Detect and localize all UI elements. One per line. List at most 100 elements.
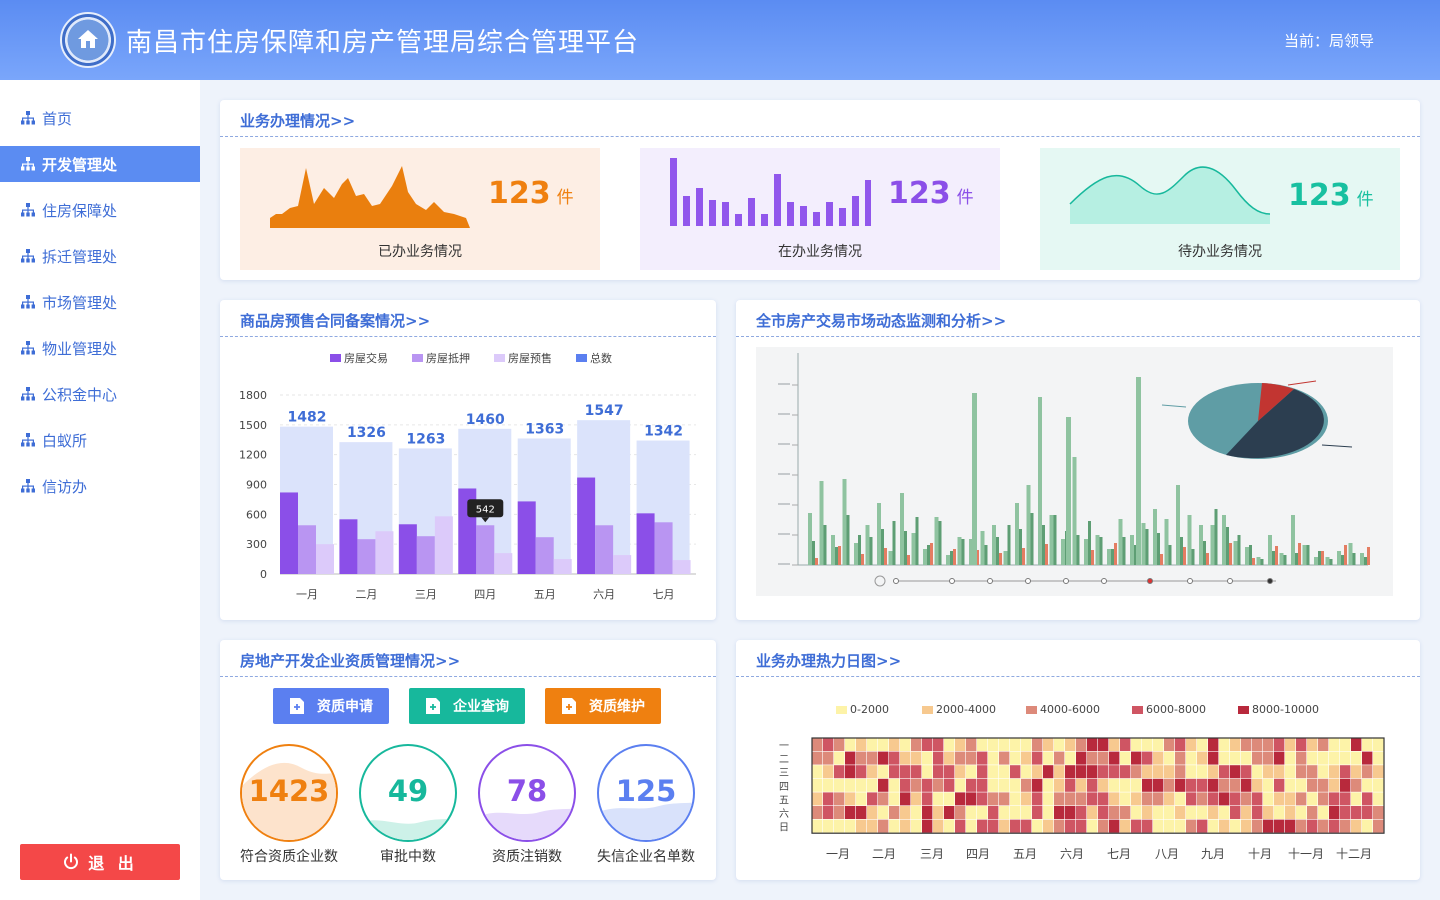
heat-cell[interactable] xyxy=(889,792,900,806)
heat-cell[interactable] xyxy=(845,751,856,765)
heat-cell[interactable] xyxy=(1131,765,1142,779)
heat-cell[interactable] xyxy=(933,819,944,833)
heat-cell[interactable] xyxy=(1318,778,1329,792)
heat-cell[interactable] xyxy=(1142,778,1153,792)
heat-cell[interactable] xyxy=(933,792,944,806)
heat-cell[interactable] xyxy=(966,738,977,751)
heat-cell[interactable] xyxy=(1186,738,1197,751)
heat-cell[interactable] xyxy=(1109,778,1120,792)
heat-cell[interactable] xyxy=(1285,806,1296,819)
heat-cell[interactable] xyxy=(1340,738,1351,751)
enterprise-query-button[interactable]: 企业查询 xyxy=(409,688,525,724)
heat-cell[interactable] xyxy=(1307,751,1318,765)
heat-cell[interactable] xyxy=(1098,806,1109,819)
heat-cell[interactable] xyxy=(999,751,1010,765)
heat-cell[interactable] xyxy=(867,792,878,806)
heat-cell[interactable] xyxy=(1230,778,1241,792)
heat-cell[interactable] xyxy=(1197,792,1208,806)
heat-cell[interactable] xyxy=(922,765,933,779)
heat-cell[interactable] xyxy=(1197,738,1208,751)
heat-cell[interactable] xyxy=(1318,738,1329,751)
heat-cell[interactable] xyxy=(889,751,900,765)
heat-cell[interactable] xyxy=(1208,819,1219,833)
heat-cell[interactable] xyxy=(889,778,900,792)
heat-cell[interactable] xyxy=(1274,806,1285,819)
heat-cell[interactable] xyxy=(1153,765,1164,779)
apply-qualification-button[interactable]: 资质申请 xyxy=(273,688,389,724)
series-bar[interactable] xyxy=(375,531,394,574)
heat-cell[interactable] xyxy=(845,792,856,806)
heat-cell[interactable] xyxy=(1373,792,1384,806)
heat-cell[interactable] xyxy=(1120,765,1131,779)
heat-cell[interactable] xyxy=(1021,778,1032,792)
heat-cell[interactable] xyxy=(1274,778,1285,792)
logout-button[interactable]: 退 出 xyxy=(20,844,180,880)
heat-cell[interactable] xyxy=(1263,751,1274,765)
heat-cell[interactable] xyxy=(845,819,856,833)
series-bar[interactable] xyxy=(298,525,316,574)
heat-cell[interactable] xyxy=(1362,819,1373,833)
heat-cell[interactable] xyxy=(823,738,834,751)
heat-cell[interactable] xyxy=(1043,738,1054,751)
series-bar[interactable] xyxy=(339,519,358,574)
heat-cell[interactable] xyxy=(1098,792,1109,806)
heat-cell[interactable] xyxy=(1065,792,1076,806)
heat-cell[interactable] xyxy=(1186,778,1197,792)
heat-cell[interactable] xyxy=(1142,738,1153,751)
heat-cell[interactable] xyxy=(1043,792,1054,806)
heat-cell[interactable] xyxy=(955,778,966,792)
heat-cell[interactable] xyxy=(1274,819,1285,833)
stat-in-progress[interactable]: 123 件 在办业务情况 xyxy=(640,148,1000,270)
series-bar[interactable] xyxy=(316,544,334,574)
heat-cell[interactable] xyxy=(900,738,911,751)
sidebar-item-housing-security[interactable]: 住房保障处 xyxy=(0,192,200,228)
heat-cell[interactable] xyxy=(1043,751,1054,765)
heat-cell[interactable] xyxy=(1076,819,1087,833)
heat-cell[interactable] xyxy=(1307,819,1318,833)
heat-cell[interactable] xyxy=(1329,765,1340,779)
heat-cell[interactable] xyxy=(1076,751,1087,765)
business-title[interactable]: 业务办理情况>> xyxy=(240,110,355,131)
legend-item[interactable]: 总数 xyxy=(576,351,612,365)
heat-cell[interactable] xyxy=(1021,792,1032,806)
heat-cell[interactable] xyxy=(1340,819,1351,833)
heat-cell[interactable] xyxy=(1164,819,1175,833)
heat-cell[interactable] xyxy=(1164,778,1175,792)
sidebar-item-home[interactable]: 首页 xyxy=(0,100,200,136)
heat-cell[interactable] xyxy=(1087,819,1098,833)
heat-cell[interactable] xyxy=(1153,738,1164,751)
heat-cell[interactable] xyxy=(1285,765,1296,779)
heat-cell[interactable] xyxy=(1318,819,1329,833)
heat-cell[interactable] xyxy=(878,806,889,819)
qualification-title[interactable]: 房地产开发企业资质管理情况>> xyxy=(240,650,460,671)
heat-cell[interactable] xyxy=(1252,819,1263,833)
heat-cell[interactable] xyxy=(823,819,834,833)
heat-cell[interactable] xyxy=(1021,819,1032,833)
heat-cell[interactable] xyxy=(1307,792,1318,806)
heat-cell[interactable] xyxy=(1164,751,1175,765)
heat-cell[interactable] xyxy=(1208,765,1219,779)
heat-cell[interactable] xyxy=(1329,778,1340,792)
heat-cell[interactable] xyxy=(1241,806,1252,819)
heat-cell[interactable] xyxy=(1175,778,1186,792)
heat-cell[interactable] xyxy=(1120,751,1131,765)
heat-cell[interactable] xyxy=(1065,765,1076,779)
heat-cell[interactable] xyxy=(1131,738,1142,751)
presale-title[interactable]: 商品房预售合同备案情况>> xyxy=(240,310,430,331)
heat-cell[interactable] xyxy=(812,806,823,819)
heat-cell[interactable] xyxy=(1087,778,1098,792)
heat-cell[interactable] xyxy=(1241,792,1252,806)
heat-cell[interactable] xyxy=(1021,751,1032,765)
heat-cell[interactable] xyxy=(1032,819,1043,833)
heat-cell[interactable] xyxy=(1010,751,1021,765)
heat-cell[interactable] xyxy=(900,806,911,819)
heat-cell[interactable] xyxy=(911,806,922,819)
heat-cell[interactable] xyxy=(977,765,988,779)
heat-cell[interactable] xyxy=(1153,751,1164,765)
heat-cell[interactable] xyxy=(1043,778,1054,792)
heat-cell[interactable] xyxy=(1142,819,1153,833)
heat-cell[interactable] xyxy=(1274,738,1285,751)
heat-cell[interactable] xyxy=(1054,792,1065,806)
heat-cell[interactable] xyxy=(944,819,955,833)
heat-cell[interactable] xyxy=(999,778,1010,792)
